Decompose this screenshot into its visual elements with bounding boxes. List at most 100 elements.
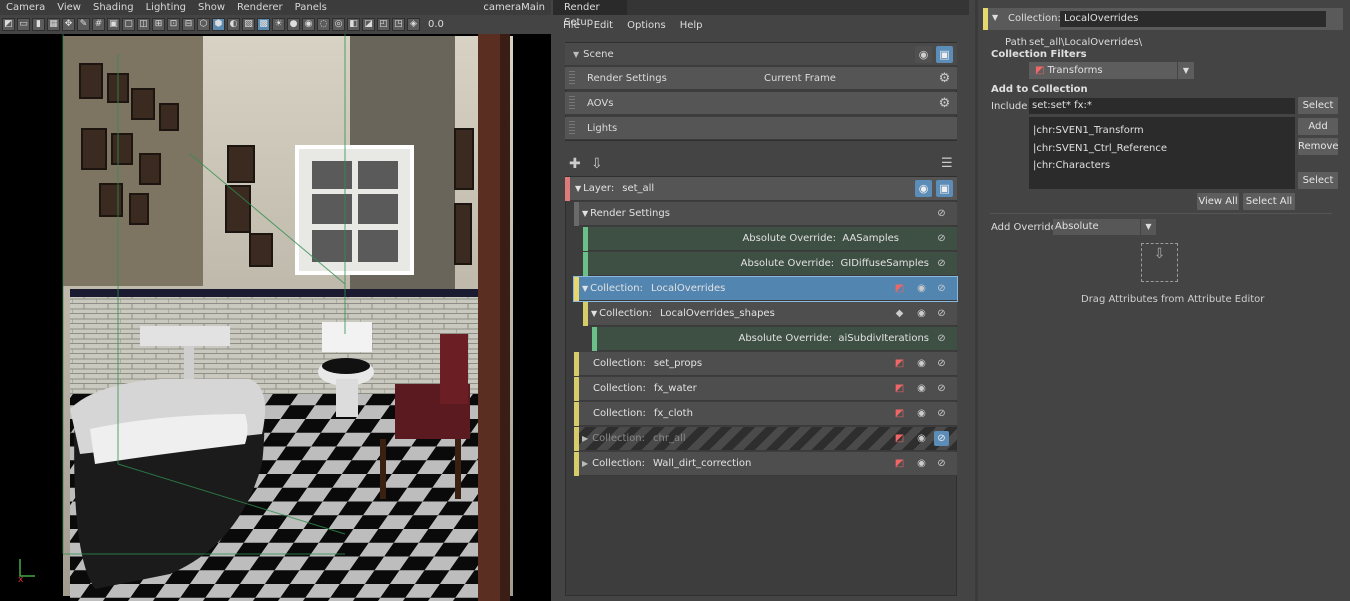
exposure-icon[interactable]: ◈	[407, 18, 420, 31]
disable-icon[interactable]: ⊘	[934, 406, 949, 421]
list-item[interactable]: |chr:Characters	[1033, 157, 1295, 175]
disable-icon[interactable]: ⊘	[934, 431, 949, 446]
smooth-shade-icon[interactable]: ⬢	[212, 18, 225, 31]
chevron-down-icon[interactable]: ▼	[1140, 219, 1156, 235]
disable-icon[interactable]: ⊘	[934, 331, 949, 346]
collapse-arrow-icon[interactable]: ▼	[992, 13, 998, 22]
list-item[interactable]: |chr:SVEN1_Transform	[1033, 122, 1295, 140]
disable-icon[interactable]: ⊘	[934, 306, 949, 321]
layer-row[interactable]: ▼ Layer: set_all ◉ ▣	[565, 177, 957, 201]
menu-renderer[interactable]: Renderer	[231, 0, 289, 15]
visibility-eye-icon[interactable]: ◉	[915, 46, 932, 63]
create-layer-icon[interactable]: ✚	[569, 156, 581, 172]
depth-of-field-icon[interactable]: ◎	[332, 18, 345, 31]
isolate-icon[interactable]: ◉	[914, 356, 929, 371]
isolate-icon[interactable]: ◉	[914, 306, 929, 321]
grease-pencil-icon[interactable]: ✎	[77, 18, 90, 31]
collection-name-field[interactable]: LocalOverrides	[1060, 11, 1326, 27]
menu-show[interactable]: Show	[192, 0, 231, 15]
render-setup-tab[interactable]: Render Setup	[553, 0, 627, 28]
transforms-filter-icon[interactable]: ◩	[892, 431, 907, 446]
chevron-down-icon[interactable]: ▼	[1177, 62, 1194, 79]
isolate-icon[interactable]: ◉	[914, 406, 929, 421]
xray-joints-icon[interactable]: ◰	[377, 18, 390, 31]
include-expression-input[interactable]: set:set* fx:*	[1029, 98, 1295, 114]
disable-icon[interactable]: ⊘	[934, 206, 949, 221]
tree-override-aasamples[interactable]: Absolute Override: AASamples ⊘	[583, 227, 957, 251]
menu-edit[interactable]: Edit	[594, 20, 613, 31]
xray-components-icon[interactable]: ◳	[392, 18, 405, 31]
exposure-value[interactable]: 0.0	[428, 19, 444, 30]
transforms-filter-icon[interactable]: ◩	[892, 356, 907, 371]
render-view-icon[interactable]: ▣	[936, 46, 953, 63]
disable-icon[interactable]: ⊘	[934, 231, 949, 246]
filter-dropdown[interactable]: ◩ Transforms	[1029, 62, 1177, 79]
tree-collection-set-props[interactable]: Collection: set_props ◩ ◉ ⊘	[574, 352, 957, 376]
tree-collection-localoverrides-shapes[interactable]: ▼ Collection: LocalOverrides_shapes ◆ ◉ …	[583, 302, 957, 326]
menu-panels[interactable]: Panels	[289, 0, 333, 15]
collapse-arrow-icon[interactable]: ▼	[582, 209, 588, 218]
collapse-arrow-icon[interactable]: ▼	[591, 309, 597, 318]
anti-aliasing-icon[interactable]: ◌	[317, 18, 330, 31]
tree-render-settings[interactable]: ▼ Render Settings ⊘	[574, 202, 957, 226]
safe-action-icon[interactable]: ⊡	[167, 18, 180, 31]
isolate-select-icon[interactable]: ◧	[347, 18, 360, 31]
tree-override-subdiv[interactable]: Absolute Override: aiSubdivIterations ⊘	[592, 327, 957, 351]
safe-title-icon[interactable]: ⊟	[182, 18, 195, 31]
tree-collection-fx-cloth[interactable]: Collection: fx_cloth ◩ ◉ ⊘	[574, 402, 957, 426]
drag-grip-icon[interactable]	[569, 95, 575, 111]
motion-blur-icon[interactable]: ◉	[302, 18, 315, 31]
tree-collection-wall-dirt[interactable]: ▶ Collection: Wall_dirt_correction ◩ ◉ ⊘	[574, 452, 957, 476]
tree-collection-chr-all[interactable]: ▶ Collection: chr_all ◩ ◉ ⊘	[574, 427, 957, 451]
use-lights-icon[interactable]: ▩	[257, 18, 270, 31]
tree-collection-fx-water[interactable]: Collection: fx_water ◩ ◉ ⊘	[574, 377, 957, 401]
viewport-panel[interactable]: Camera View Shading Lighting Show Render…	[0, 0, 551, 601]
expand-arrow-icon[interactable]: ▶	[582, 434, 588, 443]
scene-header[interactable]: ▼ Scene ◉ ▣	[565, 43, 957, 66]
collapse-arrow-icon[interactable]: ▼	[582, 284, 588, 293]
isolate-icon[interactable]: ◉	[914, 431, 929, 446]
menu-options[interactable]: Options	[627, 20, 666, 31]
disable-icon[interactable]: ⊘	[934, 456, 949, 471]
transforms-filter-icon[interactable]: ◩	[892, 381, 907, 396]
textured-icon[interactable]: ▧	[242, 18, 255, 31]
shapes-filter-icon[interactable]: ◆	[892, 306, 907, 321]
view-all-button[interactable]: View All	[1197, 193, 1239, 210]
edit-list-icon[interactable]: ☰	[941, 156, 953, 171]
film-gate-icon[interactable]: ▣	[107, 18, 120, 31]
gear-icon[interactable]: ⚙	[936, 95, 953, 112]
disable-icon[interactable]: ⊘	[934, 256, 949, 271]
tree-override-gidiffuse[interactable]: Absolute Override: GIDiffuseSamples ⊘	[583, 252, 957, 276]
drag-grip-icon[interactable]	[569, 70, 575, 86]
render-view-icon[interactable]: ▣	[936, 180, 953, 197]
isolate-icon[interactable]: ◉	[914, 281, 929, 296]
two-d-pan-icon[interactable]: ✥	[62, 18, 75, 31]
add-button[interactable]: Add	[1298, 118, 1338, 135]
transforms-filter-icon[interactable]: ◩	[892, 456, 907, 471]
menu-shading[interactable]: Shading	[87, 0, 140, 15]
collapse-arrow-icon[interactable]: ▼	[573, 50, 579, 59]
members-list[interactable]: |chr:SVEN1_Transform |chr:SVEN1_Ctrl_Ref…	[1029, 117, 1295, 189]
tree-collection-localoverrides[interactable]: ▼ Collection: LocalOverrides ◩ ◉ ⊘	[573, 276, 958, 302]
field-chart-icon[interactable]: ⊞	[152, 18, 165, 31]
scene-item-render-settings[interactable]: Render Settings Current Frame ⚙	[565, 67, 957, 90]
scene-item-aovs[interactable]: AOVs ⚙	[565, 92, 957, 115]
screen-space-ao-icon[interactable]: ●	[287, 18, 300, 31]
isolate-icon[interactable]: ◉	[914, 456, 929, 471]
select-button[interactable]: Select	[1298, 97, 1338, 114]
menu-file[interactable]: File	[563, 20, 580, 31]
collapse-arrow-icon[interactable]: ▼	[575, 184, 581, 193]
select-camera-icon[interactable]: ◩	[2, 18, 15, 31]
drop-target[interactable]: ⇩	[1141, 243, 1178, 282]
expand-arrow-icon[interactable]: ▶	[582, 459, 588, 468]
select-all-button[interactable]: Select All	[1243, 193, 1295, 210]
disable-icon[interactable]: ⊘	[934, 281, 949, 296]
shadows-icon[interactable]: ☀	[272, 18, 285, 31]
resolution-gate-icon[interactable]: ▢	[122, 18, 135, 31]
menu-camera[interactable]: Camera	[0, 0, 51, 15]
shade-options-icon[interactable]: ◐	[227, 18, 240, 31]
gear-icon[interactable]: ⚙	[936, 70, 953, 87]
gate-mask-icon[interactable]: ◫	[137, 18, 150, 31]
list-item[interactable]: |chr:SVEN1_Ctrl_Reference	[1033, 140, 1295, 158]
disable-icon[interactable]: ⊘	[934, 356, 949, 371]
